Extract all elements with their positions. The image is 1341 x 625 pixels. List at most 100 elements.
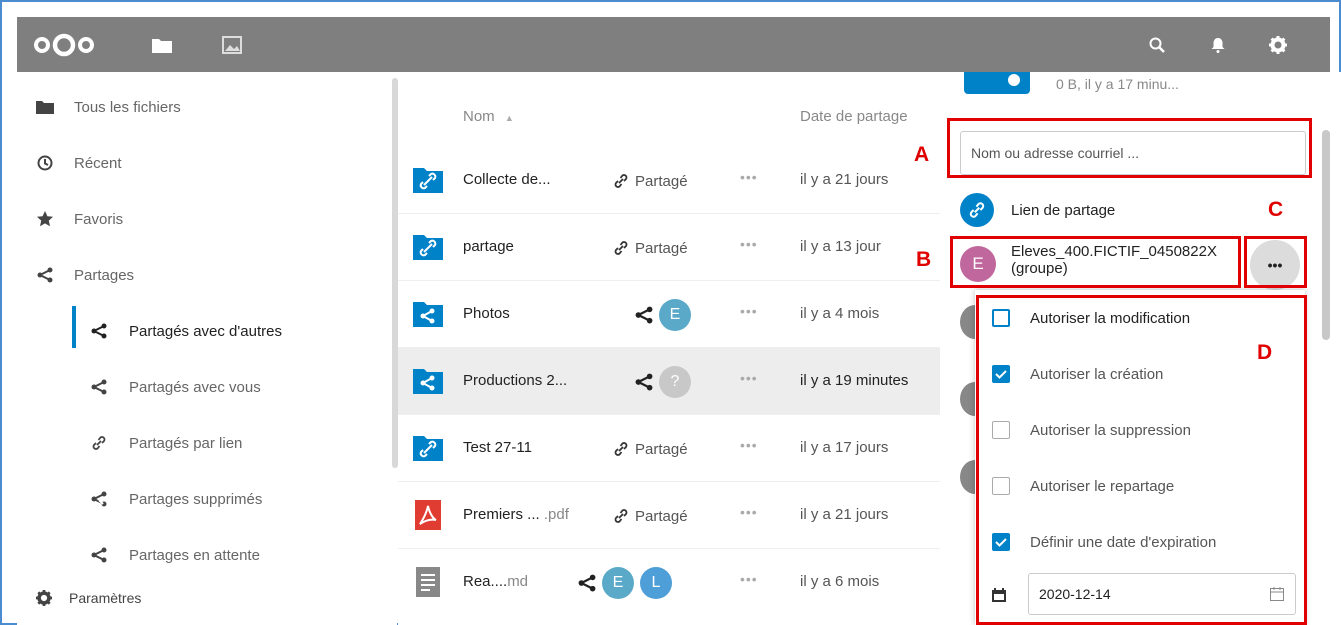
sidebar-item-deleted-shares[interactable]: Partages supprimés — [17, 471, 397, 527]
link-share-label[interactable]: Lien de partage — [1011, 202, 1115, 219]
file-row[interactable]: Premiers ... .pdf Partagé ••• il y a 21 … — [398, 482, 940, 549]
nextcloud-logo-icon[interactable] — [29, 17, 99, 72]
share-date: il y a 19 minutes — [800, 372, 909, 389]
sidebar-item-settings[interactable]: Paramètres — [17, 570, 397, 625]
file-row-selected[interactable]: Productions 2... ? ••• il y a 19 minutes — [398, 348, 940, 415]
file-name: Premiers ... .pdf — [463, 506, 569, 523]
text-file-icon — [416, 567, 440, 597]
row-actions-icon[interactable]: ••• — [740, 303, 758, 319]
sidebar-item-label: Tous les fichiers — [74, 98, 181, 116]
sidebar-item-label: Partagés avec vous — [129, 378, 261, 396]
sidebar-item-recent[interactable]: Récent — [17, 135, 397, 191]
sidebar-item-shared-by-link[interactable]: Partagés par lien — [17, 415, 397, 471]
row-actions-icon[interactable]: ••• — [740, 504, 758, 520]
file-name: Test 27-11 — [463, 439, 532, 456]
annotation-box-c — [1244, 236, 1307, 288]
share-label: Partagé — [635, 507, 688, 525]
file-list: Nom ▲ Date de partage Collecte de... Par… — [398, 72, 940, 625]
file-row[interactable]: Collecte de... Partagé ••• il y a 21 jou… — [398, 147, 940, 214]
share-status[interactable]: Partagé — [613, 161, 688, 201]
gear-icon — [34, 588, 54, 608]
sidebar-item-all-files[interactable]: Tous les fichiers — [17, 79, 397, 135]
share-status[interactable]: ? — [635, 362, 691, 402]
share-status[interactable]: EL — [578, 563, 672, 603]
share-label: Partagé — [635, 440, 688, 458]
shared-folder-icon — [413, 369, 443, 394]
photos-image-icon[interactable] — [217, 17, 247, 72]
link-folder-icon — [413, 436, 443, 461]
link-icon — [614, 241, 628, 255]
sidebar-item-label: Partagés par lien — [129, 434, 243, 452]
file-extension: md — [507, 573, 529, 590]
share-deleted-icon — [89, 489, 109, 509]
settings-gear-icon[interactable] — [1263, 17, 1293, 72]
shared-folder-icon — [413, 302, 443, 327]
avatar: L — [640, 567, 672, 599]
file-preview-thumbnail — [964, 72, 1030, 94]
app-navigation-sidebar: Tous les fichiers Récent Favoris Partage… — [17, 72, 397, 625]
row-actions-icon[interactable]: ••• — [740, 437, 758, 453]
file-name: partage — [463, 238, 514, 255]
share-icon — [635, 373, 653, 391]
file-name: Productions 2... — [463, 372, 568, 389]
folder-icon — [35, 97, 55, 117]
share-label: Partagé — [635, 172, 688, 190]
row-actions-icon[interactable]: ••• — [740, 571, 758, 587]
file-info: 0 B, il y a 17 minu... — [1056, 76, 1179, 92]
file-row[interactable]: partage Partagé ••• il y a 13 jour — [398, 214, 940, 281]
clock-icon — [35, 153, 55, 173]
share-status[interactable]: Partagé — [613, 429, 688, 469]
link-icon — [614, 442, 628, 456]
share-date: il y a 6 mois — [800, 573, 880, 590]
share-icon — [89, 545, 109, 565]
avatar: E — [602, 567, 634, 599]
column-header-share-date[interactable]: Date de partage — [800, 108, 908, 125]
share-date: il y a 13 jour — [800, 238, 881, 255]
avatar: E — [659, 299, 691, 331]
annotation-box-b — [950, 236, 1241, 288]
file-name: Photos — [463, 305, 510, 322]
file-list-header: Nom ▲ Date de partage — [398, 72, 940, 142]
share-status[interactable]: Partagé — [613, 228, 688, 268]
share-status[interactable]: Partagé — [613, 496, 688, 536]
column-header-name[interactable]: Nom ▲ — [463, 108, 514, 125]
sidebar-item-label: Paramètres — [69, 590, 142, 606]
top-header-bar — [17, 17, 1330, 72]
file-row[interactable]: Test 27-11 Partagé ••• il y a 17 jours — [398, 415, 940, 482]
sidebar-item-shared-with-you[interactable]: Partagés avec vous — [17, 359, 397, 415]
share-label: Partagé — [635, 239, 688, 257]
file-extension: .pdf — [543, 506, 569, 523]
annotation-label-d: D — [1257, 341, 1273, 364]
file-row[interactable]: Photos E ••• il y a 4 mois — [398, 281, 940, 348]
row-actions-icon[interactable]: ••• — [740, 169, 758, 185]
row-actions-icon[interactable]: ••• — [740, 370, 758, 386]
share-date: il y a 4 mois — [800, 305, 880, 322]
search-icon[interactable] — [1142, 17, 1172, 72]
sidebar-item-label: Partages en attente — [129, 546, 260, 564]
share-icon — [35, 265, 55, 285]
share-status[interactable]: E — [635, 295, 691, 335]
files-folder-icon[interactable] — [147, 17, 177, 72]
row-actions-icon[interactable]: ••• — [740, 236, 758, 252]
share-date: il y a 21 jours — [800, 506, 889, 523]
share-icon — [635, 306, 653, 324]
panel-scrollbar[interactable] — [1322, 130, 1330, 340]
notifications-bell-icon[interactable] — [1203, 17, 1233, 72]
file-basename: Premiers ... — [463, 506, 540, 523]
sidebar-item-shared-with-others[interactable]: Partagés avec d'autres — [17, 303, 397, 359]
sidebar-item-favorites[interactable]: Favoris — [17, 191, 397, 247]
link-folder-icon — [413, 168, 443, 193]
annotation-box-a — [947, 118, 1312, 178]
link-folder-icon — [413, 235, 443, 260]
sidebar-item-shares[interactable]: Partages — [17, 247, 397, 303]
file-name: Collecte de... — [463, 171, 551, 188]
avatar: ? — [659, 366, 691, 398]
file-row[interactable]: Rea....md EL ••• il y a 6 mois — [398, 549, 940, 616]
file-basename: Rea.... — [463, 573, 508, 590]
sidebar-item-label: Favoris — [74, 210, 124, 228]
share-date: il y a 21 jours — [800, 171, 889, 188]
sort-ascending-icon: ▲ — [504, 113, 514, 123]
column-name-label: Nom — [463, 108, 495, 125]
sidebar-item-label: Partages supprimés — [129, 490, 263, 508]
annotation-label-b: B — [916, 248, 932, 271]
